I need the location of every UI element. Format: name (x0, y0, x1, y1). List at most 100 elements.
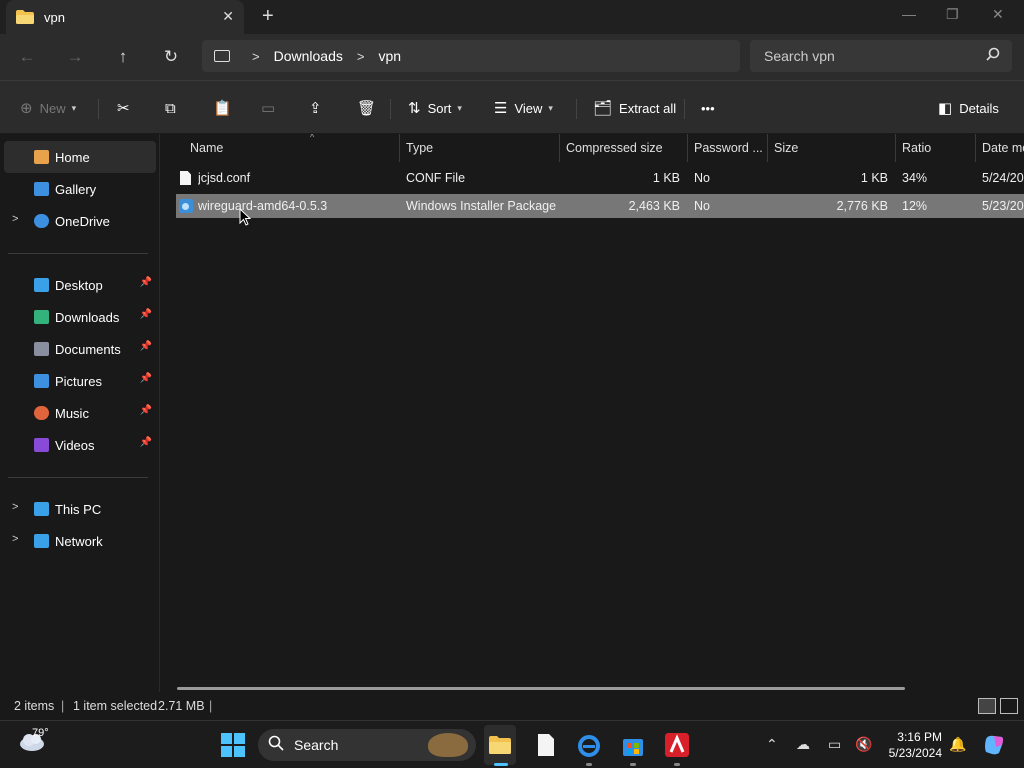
file-size: 2,776 KB (836, 199, 888, 213)
status-divider: | (209, 699, 213, 713)
sidebar-item-pictures[interactable]: Pictures 📌 (4, 365, 156, 397)
cut-button[interactable]: ✂ (117, 98, 137, 118)
running-indicator (630, 763, 636, 766)
pin-icon[interactable]: 📌 (140, 437, 152, 448)
forward-button[interactable]: → (64, 46, 86, 68)
extract-label: Extract all (619, 100, 677, 116)
file-icon (180, 171, 191, 185)
file-type: Windows Installer Package (406, 199, 556, 213)
details-view-button[interactable] (978, 698, 996, 714)
documents-icon (34, 342, 49, 356)
horizontal-scrollbar[interactable] (177, 687, 905, 690)
pictures-icon (34, 374, 49, 388)
back-button[interactable]: ← (16, 46, 38, 68)
windows-start-icon[interactable] (221, 733, 245, 757)
navigation-bar: ← → ↑ ↻ > Downloads > vpn Search vpn (0, 34, 1024, 80)
column-label: Ratio (902, 141, 932, 155)
display-icon[interactable]: ▭ (828, 736, 841, 753)
volume-muted-icon[interactable]: 🔇 (855, 736, 872, 753)
sidebar-item-this-pc[interactable]: > This PC (4, 493, 156, 525)
column-header-name[interactable]: Name ^ (184, 134, 400, 162)
pin-icon[interactable]: 📌 (140, 309, 152, 320)
column-header-ratio[interactable]: Ratio (896, 134, 976, 162)
new-tab-button[interactable]: + (262, 5, 274, 28)
column-header-date-modified[interactable]: Date mo (976, 134, 1024, 162)
file-type: CONF File (406, 171, 466, 185)
pin-icon[interactable]: 📌 (140, 373, 152, 384)
table-row[interactable]: jcjsd.conf CONF File 1 KB No 1 KB 34% 5/… (176, 166, 1024, 190)
item-count: 2 items (14, 699, 55, 713)
minimize-button[interactable]: — (902, 6, 916, 22)
command-bar: ⊕ New ▾ ✂ ⧉ 📋 ▭ ⇪ 🗑 ⇅ Sort ▾ ☰ View ▾ 🗂 … (0, 80, 1024, 134)
internet-explorer-icon[interactable] (577, 733, 601, 757)
new-button[interactable]: ⊕ New ▾ (20, 98, 76, 118)
sidebar-item-documents[interactable]: Documents 📌 (4, 333, 156, 365)
navigation-pane: Home Gallery > OneDrive Desktop 📌 Downlo… (0, 134, 160, 692)
notepad-icon[interactable] (534, 733, 558, 757)
chevron-right-icon[interactable]: > (12, 213, 18, 225)
tab-vpn[interactable]: vpn ✕ (6, 0, 244, 34)
column-header-type[interactable]: Type (400, 134, 560, 162)
search-input[interactable]: Search vpn (750, 40, 1012, 72)
divider (8, 253, 148, 254)
search-placeholder: Search vpn (764, 48, 835, 64)
chevron-right-icon[interactable]: > (12, 533, 18, 545)
sidebar-item-network[interactable]: > Network (4, 525, 156, 557)
details-button[interactable]: ◧ Details (938, 98, 999, 118)
tiles-view-button[interactable] (1000, 698, 1018, 714)
microsoft-store-icon[interactable] (621, 733, 645, 757)
clock-date: 5/23/2024 (888, 746, 942, 760)
selection-count: 1 item selected (73, 699, 158, 713)
details-label: Details (959, 100, 999, 116)
delete-button[interactable]: 🗑 (357, 98, 383, 118)
view-button[interactable]: ☰ View ▾ (494, 98, 553, 118)
running-indicator (674, 763, 680, 766)
chevron-up-icon[interactable]: ⌃ (766, 736, 778, 753)
file-date: 5/23/2024 (982, 199, 1024, 213)
share-button[interactable]: ⇪ (309, 98, 329, 118)
column-header-size[interactable]: Size (768, 134, 896, 162)
sidebar-item-home[interactable]: Home (4, 141, 156, 173)
file-explorer-icon[interactable] (488, 733, 512, 757)
avira-antivirus-icon[interactable] (665, 733, 689, 757)
table-row[interactable]: wireguard-amd64-0.5.3 Windows Installer … (176, 194, 1024, 218)
sidebar-item-label: OneDrive (55, 213, 110, 229)
network-icon (34, 534, 49, 548)
view-label: View (514, 100, 543, 116)
pin-icon[interactable]: 📌 (140, 277, 152, 288)
extract-all-button[interactable]: 🗂 Extract all (593, 98, 676, 118)
paste-button[interactable]: 📋 (213, 98, 239, 118)
chevron-right-icon[interactable]: > (12, 501, 18, 513)
system-clock[interactable]: 3:16 PM 5/23/2024 (884, 729, 942, 761)
close-tab-icon[interactable]: ✕ (222, 8, 234, 25)
onedrive-cloud-icon[interactable]: ☁ (796, 736, 810, 753)
address-bar[interactable]: > Downloads > vpn (202, 40, 740, 72)
rename-button[interactable]: ▭ (261, 98, 282, 118)
sidebar-item-gallery[interactable]: Gallery (4, 173, 156, 205)
notification-bell-icon[interactable]: 🔔 (949, 736, 966, 753)
column-header-password[interactable]: Password ... (688, 134, 768, 162)
close-window-button[interactable]: ✕ (992, 6, 1004, 23)
sidebar-item-videos[interactable]: Videos 📌 (4, 429, 156, 461)
pin-icon[interactable]: 📌 (140, 405, 152, 416)
file-list: Name ^ Type Compressed size Password ...… (160, 134, 1024, 692)
sidebar-item-desktop[interactable]: Desktop 📌 (4, 269, 156, 301)
taskbar-search-box[interactable]: Search (258, 729, 476, 761)
maximize-button[interactable]: ❐ (946, 6, 959, 23)
column-header-compressed-size[interactable]: Compressed size (560, 134, 688, 162)
sidebar-item-downloads[interactable]: Downloads 📌 (4, 301, 156, 333)
copy-button[interactable]: ⧉ (165, 98, 183, 118)
copilot-icon[interactable] (982, 733, 1006, 757)
breadcrumb-vpn[interactable]: vpn (378, 48, 401, 64)
sidebar-item-label: Pictures (55, 373, 102, 389)
more-options-button[interactable]: ••• (701, 98, 715, 118)
sidebar-item-music[interactable]: Music 📌 (4, 397, 156, 429)
computer-icon (214, 50, 230, 62)
sort-button[interactable]: ⇅ Sort ▾ (408, 98, 462, 118)
copy-icon: ⧉ (165, 99, 176, 117)
breadcrumb-downloads[interactable]: Downloads (274, 48, 343, 64)
pin-icon[interactable]: 📌 (140, 341, 152, 352)
refresh-button[interactable]: ↻ (160, 46, 182, 68)
sidebar-item-onedrive[interactable]: > OneDrive (4, 205, 156, 237)
up-button[interactable]: ↑ (112, 46, 134, 68)
